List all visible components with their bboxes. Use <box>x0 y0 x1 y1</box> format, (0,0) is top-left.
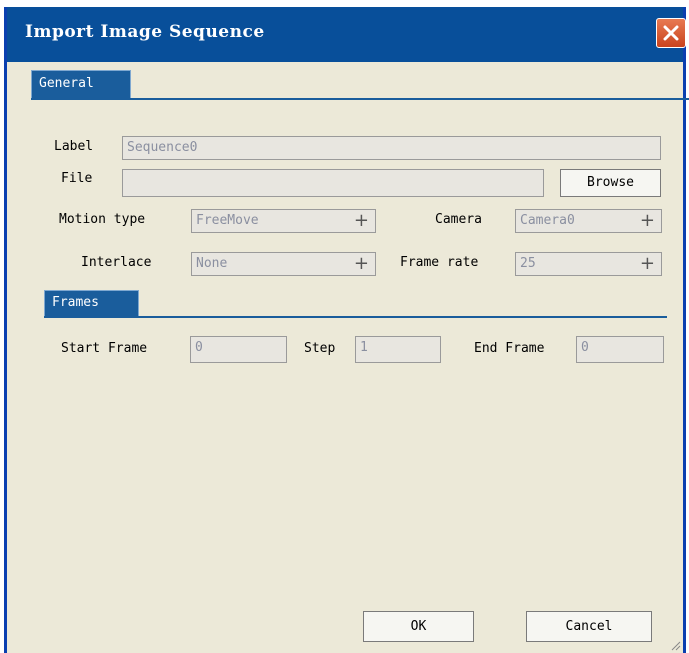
interlace-caption: Interlace <box>81 255 152 270</box>
frames-tab-underline <box>44 316 667 318</box>
title-bar[interactable]: Import Image Sequence <box>7 7 686 62</box>
start-frame-caption: Start Frame <box>61 341 148 356</box>
motion-type-caption: Motion type <box>59 212 146 227</box>
browse-button[interactable]: Browse <box>560 169 661 197</box>
camera-value: Camera0 <box>520 213 575 228</box>
plus-icon: + <box>353 253 369 274</box>
frame-rate-value: 25 <box>520 256 536 271</box>
cancel-button[interactable]: Cancel <box>526 611 652 642</box>
file-input[interactable] <box>122 169 544 197</box>
close-icon <box>663 25 679 41</box>
window-title: Import Image Sequence <box>25 22 265 42</box>
frame-rate-select[interactable]: 25 + <box>515 252 662 276</box>
step-caption: Step <box>304 341 336 356</box>
interlace-select[interactable]: None + <box>191 252 376 276</box>
frame-rate-caption: Frame rate <box>400 255 479 270</box>
camera-caption: Camera <box>435 212 482 227</box>
step-input[interactable]: 1 <box>355 336 441 363</box>
import-image-sequence-dialog: Import Image Sequence General Label Sequ… <box>4 7 689 653</box>
camera-select[interactable]: Camera0 + <box>515 209 662 233</box>
general-tab-underline <box>31 98 689 100</box>
end-frame-input[interactable]: 0 <box>576 336 664 363</box>
label-input[interactable]: Sequence0 <box>122 136 661 160</box>
motion-type-select[interactable]: FreeMove + <box>191 209 376 233</box>
ok-button[interactable]: OK <box>363 611 474 642</box>
end-frame-caption: End Frame <box>474 341 545 356</box>
interlace-value: None <box>196 256 228 271</box>
file-caption: File <box>61 171 93 186</box>
tab-general[interactable]: General <box>31 70 131 98</box>
start-frame-input[interactable]: 0 <box>190 336 287 363</box>
motion-type-value: FreeMove <box>196 213 259 228</box>
tab-frames[interactable]: Frames <box>44 290 139 316</box>
label-caption: Label <box>54 139 94 154</box>
resize-grip-icon[interactable] <box>671 641 681 651</box>
close-button[interactable] <box>656 18 686 48</box>
plus-icon: + <box>353 210 369 231</box>
plus-icon: + <box>639 253 655 274</box>
plus-icon: + <box>639 210 655 231</box>
